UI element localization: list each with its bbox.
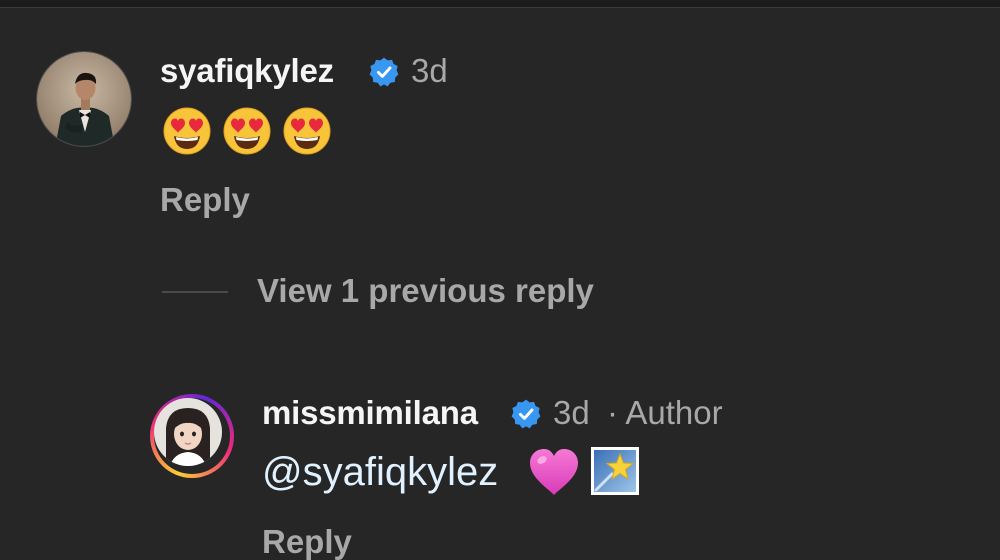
verified-badge-icon <box>369 57 399 87</box>
thread-line <box>162 291 228 293</box>
avatar[interactable] <box>150 394 234 478</box>
heart-eyes-emoji <box>223 107 271 155</box>
heart-eyes-emoji <box>283 107 331 155</box>
reply-timestamp: 3d <box>553 394 590 431</box>
comment-username[interactable]: syafiqkylez <box>160 52 334 90</box>
view-previous-replies-button[interactable]: View 1 previous reply <box>257 272 594 310</box>
mention-link[interactable]: @syafiqkylez <box>262 450 498 495</box>
pink-heart-emoji <box>530 449 578 495</box>
reply-button[interactable]: Reply <box>160 181 250 219</box>
heart-eyes-emoji <box>163 107 211 155</box>
reply-username[interactable]: missmimilana <box>262 394 478 432</box>
comment-timestamp: 3d <box>411 52 448 89</box>
top-divider <box>0 0 1000 8</box>
shooting-star-emoji <box>591 447 639 495</box>
reply-button[interactable]: Reply <box>262 523 352 560</box>
author-badge: · Author <box>607 394 723 431</box>
avatar[interactable] <box>36 51 132 147</box>
verified-badge-icon <box>511 399 541 429</box>
